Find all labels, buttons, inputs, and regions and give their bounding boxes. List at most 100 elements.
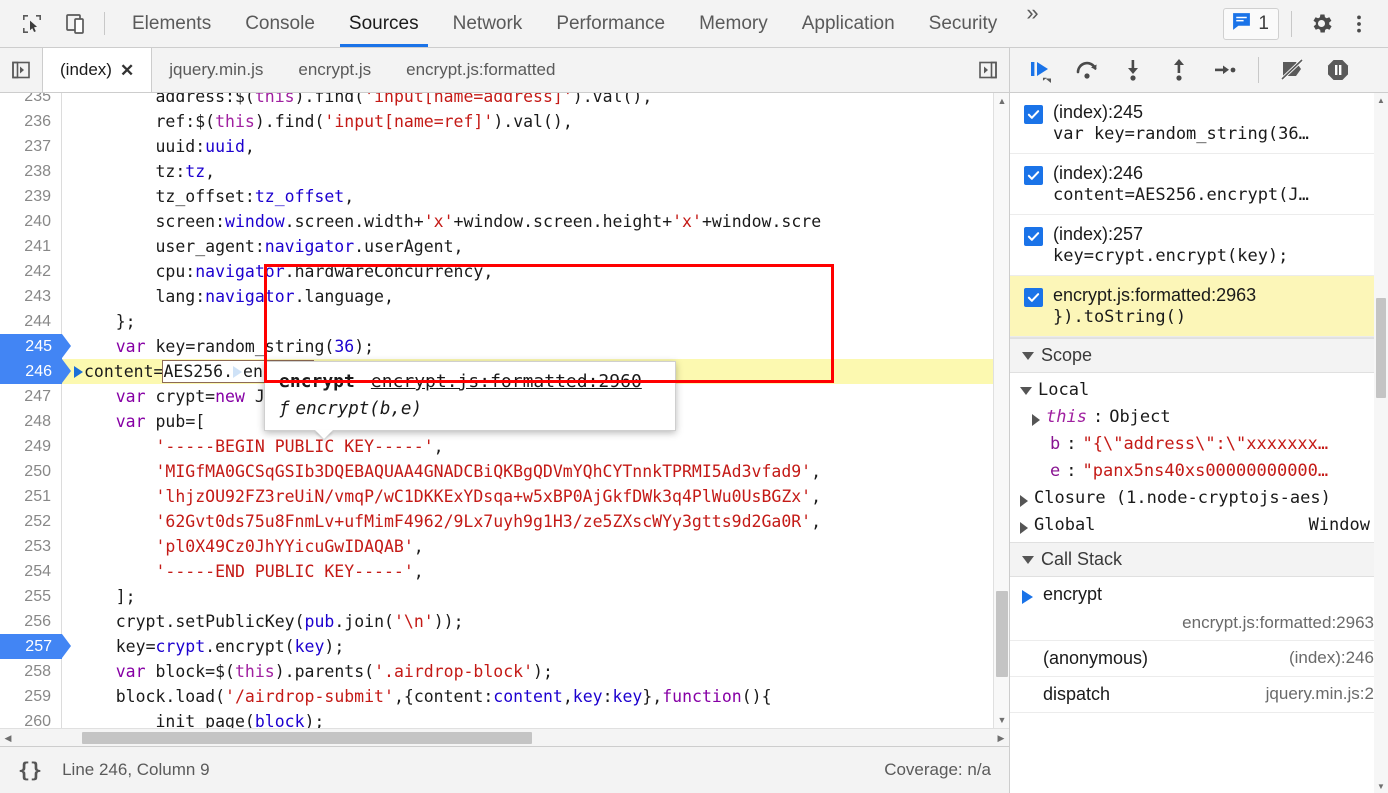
code-line-text[interactable]: tz_offset:tz_offset,	[62, 184, 1009, 209]
line-number-239[interactable]: 239	[0, 184, 62, 209]
code-line-text[interactable]: init_page(block);	[62, 709, 1009, 728]
line-number-254[interactable]: 254	[0, 559, 62, 584]
code-line-text[interactable]: user_agent:navigator.userAgent,	[62, 234, 1009, 259]
line-number-260[interactable]: 260	[0, 709, 62, 728]
tab-console[interactable]: Console	[228, 0, 332, 47]
code-line-text[interactable]: lang:navigator.language,	[62, 284, 1009, 309]
step-out-icon[interactable]	[1164, 55, 1194, 85]
breakpoint-checkbox[interactable]	[1024, 166, 1043, 185]
line-number-244[interactable]: 244	[0, 309, 62, 334]
editor-vertical-scroll-thumb[interactable]	[996, 591, 1008, 677]
line-number-246[interactable]: 246	[0, 359, 71, 384]
scope-group-closure[interactable]: Closure (1.node-cryptojs-aes)	[1010, 485, 1388, 512]
line-number-255[interactable]: 255	[0, 584, 62, 609]
line-number-248[interactable]: 248	[0, 409, 62, 434]
chevron-right-icon[interactable]	[1020, 522, 1028, 534]
code-line-text[interactable]: '-----BEGIN PUBLIC KEY-----',	[62, 434, 1009, 459]
code-line-text[interactable]: '-----END PUBLIC KEY-----',	[62, 559, 1009, 584]
line-number-259[interactable]: 259	[0, 684, 62, 709]
code-line-text[interactable]: uuid:uuid,	[62, 134, 1009, 159]
code-line-text[interactable]: 'pl0X49Cz0JhYYicuGwIDAQAB',	[62, 534, 1009, 559]
console-message-badge[interactable]: 1	[1223, 7, 1279, 40]
breakpoint-checkbox[interactable]	[1024, 227, 1043, 246]
code-line-text[interactable]: '62Gvt0ds75u8FnmLv+ufMimF4962/9Lx7uyh9g1…	[62, 509, 1009, 534]
scroll-left-arrow-icon[interactable]: ◀	[0, 729, 16, 746]
breakpoint-checkbox[interactable]	[1024, 105, 1043, 124]
code-line-text[interactable]: tz:tz,	[62, 159, 1009, 184]
breakpoint-item[interactable]: encrypt.js:formatted:2963}).toString()	[1010, 276, 1388, 337]
panel-toggle-right-icon[interactable]	[967, 48, 1009, 92]
code-line-text[interactable]: var key=random_string(36);	[62, 334, 1009, 359]
scroll-right-arrow-icon[interactable]: ▶	[993, 729, 1009, 746]
scope-row-b[interactable]: b: "{\"address\":\"xxxxxxx…	[1010, 431, 1388, 458]
line-number-235[interactable]: 235	[0, 93, 62, 109]
call-stack-frame[interactable]: encrypt encrypt.js:formatted:2963	[1010, 577, 1388, 641]
code-line-text[interactable]: 'lhjzOU92FZ3reUiN/vmqP/wC1DKKExYDsqa+w5x…	[62, 484, 1009, 509]
breakpoint-checkbox[interactable]	[1024, 288, 1043, 307]
line-number-249[interactable]: 249	[0, 434, 62, 459]
file-tab-encrypt-js[interactable]: encrypt.js	[281, 48, 389, 92]
more-vertical-icon[interactable]	[1342, 7, 1376, 41]
line-number-240[interactable]: 240	[0, 209, 62, 234]
call-stack-frame[interactable]: dispatch jquery.min.js:2	[1010, 677, 1388, 713]
scope-row-e[interactable]: e: "panx5ns40xs00000000000…	[1010, 458, 1388, 485]
line-number-252[interactable]: 252	[0, 509, 62, 534]
line-number-243[interactable]: 243	[0, 284, 62, 309]
line-number-250[interactable]: 250	[0, 459, 62, 484]
step-into-icon[interactable]	[1118, 55, 1148, 85]
step-icon[interactable]	[1210, 55, 1240, 85]
device-toolbar-icon[interactable]	[62, 10, 90, 38]
code-line-text[interactable]: cpu:navigator.hardwareConcurrency,	[62, 259, 1009, 284]
cursor-inspect-icon[interactable]	[18, 10, 46, 38]
scroll-up-arrow-icon[interactable]: ▲	[994, 93, 1009, 109]
sidebar-vertical-scrollbar[interactable]: ▲ ▼	[1374, 93, 1388, 793]
line-number-237[interactable]: 237	[0, 134, 62, 159]
sidebar-scroll-thumb[interactable]	[1376, 298, 1386, 398]
line-number-245[interactable]: 245	[0, 334, 71, 359]
code-editor[interactable]: 235 address:$(this).find('input[name=add…	[0, 93, 1009, 746]
line-number-247[interactable]: 247	[0, 384, 62, 409]
call-stack-section-header[interactable]: Call Stack	[1010, 542, 1388, 577]
code-line-text[interactable]: ];	[62, 584, 1009, 609]
chevron-right-icon[interactable]	[1032, 414, 1040, 426]
code-line-text[interactable]: address:$(this).find('input[name=address…	[62, 93, 1009, 109]
line-number-253[interactable]: 253	[0, 534, 62, 559]
tab-network[interactable]: Network	[436, 0, 540, 47]
scroll-up-arrow-icon[interactable]: ▲	[1374, 93, 1388, 107]
breakpoint-item[interactable]: (index):257 key=crypt.encrypt(key);	[1010, 215, 1388, 276]
line-number-258[interactable]: 258	[0, 659, 62, 684]
line-number-256[interactable]: 256	[0, 609, 62, 634]
scope-group-local[interactable]: Local	[1010, 377, 1388, 404]
line-number-251[interactable]: 251	[0, 484, 62, 509]
code-line-text[interactable]: };	[62, 309, 1009, 334]
gear-icon[interactable]	[1304, 7, 1338, 41]
code-line-text[interactable]: block.load('/airdrop-submit',{content:co…	[62, 684, 1009, 709]
code-line-text[interactable]: crypt.setPublicKey(pub.join('\n'));	[62, 609, 1009, 634]
call-stack-frame[interactable]: (anonymous) (index):246	[1010, 641, 1388, 677]
code-line-text[interactable]: var block=$(this).parents('.airdrop-bloc…	[62, 659, 1009, 684]
code-line-text[interactable]: key=crypt.encrypt(key);	[62, 634, 1009, 659]
line-number-241[interactable]: 241	[0, 234, 62, 259]
editor-horizontal-scrollbar[interactable]: ◀ ▶	[0, 728, 1009, 746]
line-number-242[interactable]: 242	[0, 259, 62, 284]
panel-toggle-left-icon[interactable]	[0, 48, 42, 92]
tab-memory[interactable]: Memory	[682, 0, 785, 47]
scope-section-header[interactable]: Scope	[1010, 338, 1388, 373]
editor-vertical-scrollbar[interactable]: ▲ ▼	[993, 93, 1009, 728]
tab-performance[interactable]: Performance	[539, 0, 682, 47]
popup-source-link[interactable]: encrypt.js:formatted:2960	[371, 371, 642, 392]
resume-icon[interactable]	[1026, 55, 1056, 85]
file-tab-index[interactable]: (index) ✕	[42, 48, 153, 92]
code-line-text[interactable]: ref:$(this).find('input[name=ref]').val(…	[62, 109, 1009, 134]
code-line-text[interactable]: 'MIGfMA0GCSqGSIb3DQEBAQUAA4GNADCBiQKBgQD…	[62, 459, 1009, 484]
line-number-257[interactable]: 257	[0, 634, 71, 659]
close-icon[interactable]: ✕	[120, 62, 134, 79]
code-line-text[interactable]: screen:window.screen.width+'x'+window.sc…	[62, 209, 1009, 234]
line-number-236[interactable]: 236	[0, 109, 62, 134]
tab-elements[interactable]: Elements	[115, 0, 228, 47]
tab-application[interactable]: Application	[785, 0, 912, 47]
scope-group-global[interactable]: Global Window	[1010, 512, 1388, 539]
file-tab-jquery-min-js[interactable]: jquery.min.js	[152, 48, 281, 92]
file-tab-encrypt-js-formatted[interactable]: encrypt.js:formatted	[389, 48, 573, 92]
step-over-icon[interactable]	[1072, 55, 1102, 85]
